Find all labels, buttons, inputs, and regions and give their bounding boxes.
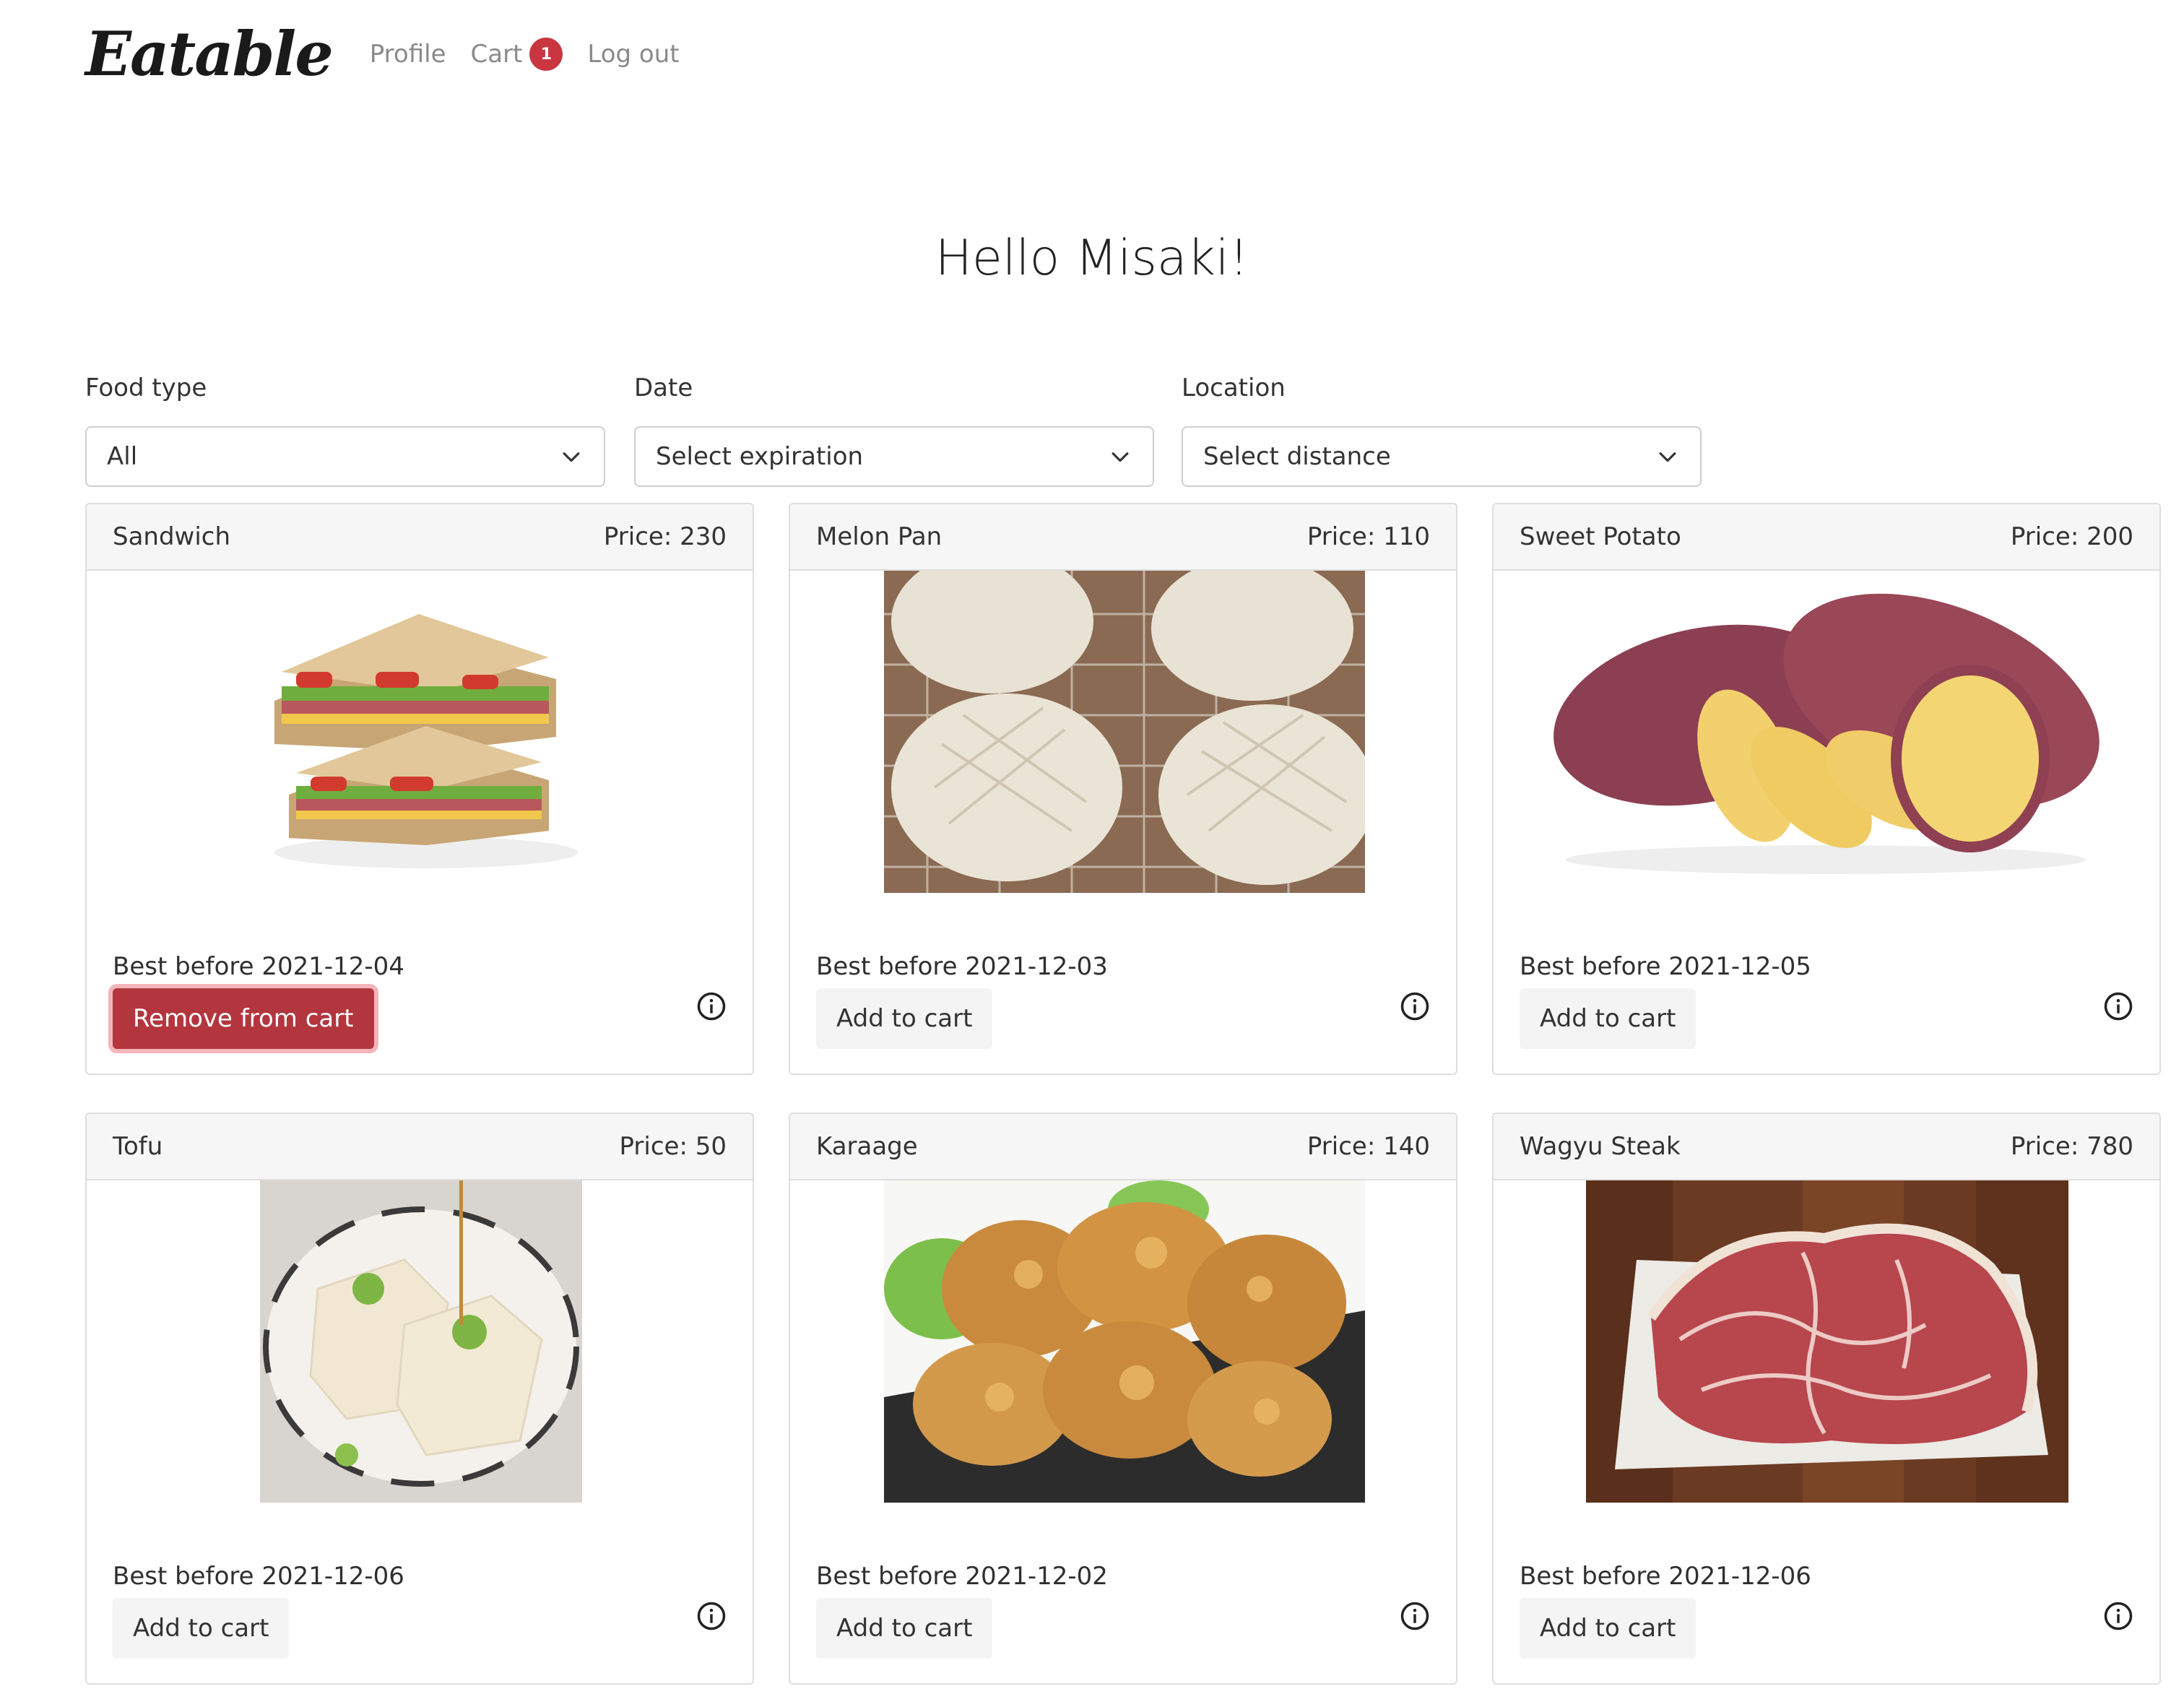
chevron-down-icon xyxy=(563,452,580,462)
date-label: Date xyxy=(634,373,693,402)
food-type-label: Food type xyxy=(85,373,207,402)
nav-cart-label: Cart xyxy=(470,40,523,69)
info-icon[interactable] xyxy=(696,991,727,1021)
best-before-date: Best before 2021-12-06 xyxy=(1520,1562,1811,1591)
card-image-area xyxy=(790,571,1456,893)
best-before-date: Best before 2021-12-06 xyxy=(113,1562,404,1591)
best-before-date: Best before 2021-12-03 xyxy=(816,952,1108,981)
food-name: Melon Pan xyxy=(816,522,942,551)
card-image-area xyxy=(87,1180,753,1503)
page: Eatable Profile Cart 1 Log out Hello Mis… xyxy=(0,0,2184,1702)
card-header: Melon Pan Price: 110 xyxy=(790,504,1456,571)
nav-logout-link[interactable]: Log out xyxy=(587,40,679,69)
card-image-area xyxy=(87,571,753,893)
food-card: Tofu Price: 50 Best before 2021-12-06 Ad… xyxy=(85,1113,754,1685)
food-card: Wagyu Steak Price: 780 Best before 2021-… xyxy=(1492,1113,2161,1685)
food-price: Price: 50 xyxy=(619,1132,727,1161)
location-value: Select distance xyxy=(1203,442,1391,471)
food-price: Price: 140 xyxy=(1306,1132,1430,1161)
chevron-down-icon xyxy=(1112,452,1129,462)
add-to-cart-button[interactable]: Add to cart xyxy=(816,1598,993,1659)
add-to-cart-button[interactable]: Add to cart xyxy=(1520,1598,1696,1659)
card-header: Wagyu Steak Price: 780 xyxy=(1494,1114,2159,1180)
tofu-image xyxy=(260,1180,582,1503)
remove-from-cart-button[interactable]: Remove from cart xyxy=(113,988,374,1049)
food-type-filter: Food type All xyxy=(85,370,605,487)
melon-pan-image xyxy=(884,571,1365,893)
add-to-cart-button[interactable]: Add to cart xyxy=(1520,988,1696,1049)
food-card: Karaage Price: 140 Best before 2021-12-0… xyxy=(789,1113,1457,1685)
nav-profile-link[interactable]: Profile xyxy=(370,40,446,69)
location-filter: Location Select distance xyxy=(1182,370,1702,487)
food-price: Price: 200 xyxy=(2010,522,2133,551)
logo[interactable]: Eatable xyxy=(85,24,334,85)
sweet-potato-image xyxy=(1554,593,2100,874)
best-before-date: Best before 2021-12-05 xyxy=(1520,952,1811,981)
best-before-date: Best before 2021-12-02 xyxy=(816,1562,1108,1591)
wagyu-steak-image xyxy=(1586,1180,2068,1503)
info-icon[interactable] xyxy=(1400,991,1430,1021)
top-nav: Eatable Profile Cart 1 Log out xyxy=(85,0,704,108)
food-card: Melon Pan Price: 110 Best before 2021-12… xyxy=(789,503,1457,1075)
food-card: Sweet Potato Price: 200 Best before 2021… xyxy=(1492,503,2161,1075)
info-icon[interactable] xyxy=(2103,1601,2133,1631)
info-icon[interactable] xyxy=(1400,1601,1430,1631)
chevron-down-icon xyxy=(1659,452,1676,462)
food-name: Sweet Potato xyxy=(1520,522,1681,551)
nav-cart-link[interactable]: Cart 1 xyxy=(471,38,563,71)
food-price: Price: 230 xyxy=(603,522,727,551)
sandwich-image xyxy=(274,614,578,868)
info-icon[interactable] xyxy=(2103,991,2133,1021)
date-filter: Date Select expiration xyxy=(634,370,1154,487)
card-header: Karaage Price: 140 xyxy=(790,1114,1456,1180)
food-type-value: All xyxy=(107,442,138,471)
food-name: Karaage xyxy=(816,1132,918,1161)
food-name: Tofu xyxy=(113,1132,163,1161)
location-select[interactable]: Select distance xyxy=(1182,426,1702,487)
date-value: Select expiration xyxy=(656,442,864,471)
info-icon[interactable] xyxy=(696,1601,727,1631)
add-to-cart-button[interactable]: Add to cart xyxy=(113,1598,290,1659)
page-title: Hello Misaki! xyxy=(935,230,1249,287)
card-image-area xyxy=(1494,571,2159,893)
food-type-select[interactable]: All xyxy=(85,426,605,487)
karaage-image xyxy=(884,1180,1365,1503)
food-name: Sandwich xyxy=(113,522,231,551)
cart-count-badge: 1 xyxy=(529,38,563,71)
food-price: Price: 110 xyxy=(1306,522,1430,551)
card-header: Sandwich Price: 230 xyxy=(87,504,753,571)
card-header: Sweet Potato Price: 200 xyxy=(1494,504,2159,571)
location-label: Location xyxy=(1182,373,1286,402)
card-image-area xyxy=(1494,1180,2159,1503)
date-select[interactable]: Select expiration xyxy=(634,426,1154,487)
best-before-date: Best before 2021-12-04 xyxy=(113,952,404,981)
card-header: Tofu Price: 50 xyxy=(87,1114,753,1180)
food-name: Wagyu Steak xyxy=(1520,1132,1681,1161)
card-image-area xyxy=(790,1180,1456,1503)
add-to-cart-button[interactable]: Add to cart xyxy=(816,988,993,1049)
food-price: Price: 780 xyxy=(2010,1132,2133,1161)
food-card: Sandwich Price: 230 Best before 2021-12-… xyxy=(85,503,754,1075)
